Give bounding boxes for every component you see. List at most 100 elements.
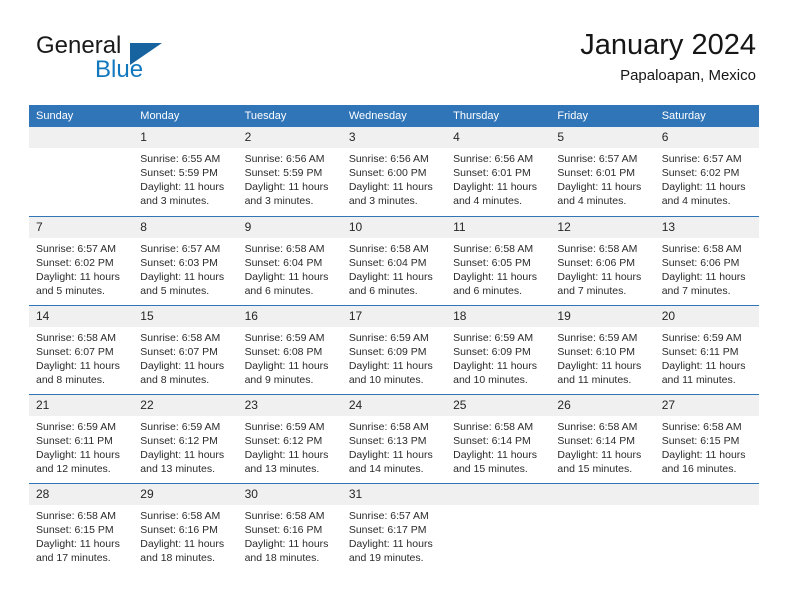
day-info: Sunrise: 6:59 AM Sunset: 6:11 PM Daylight:… xyxy=(29,416,133,476)
sunrise-time: Sunrise: 6:57 AM xyxy=(557,153,638,165)
calendar-day-cell[interactable]: 11 Sunrise: 6:58 AM Sunset: 6:05 PM Dayligh… xyxy=(446,215,551,305)
calendar-day-cell[interactable]: 23 Sunrise: 6:59 AM Sunset: 6:12 PM Dayligh… xyxy=(237,393,342,483)
calendar-day-cell[interactable]: 29 Sunrise: 6:58 AM Sunset: 6:16 PM Dayligh… xyxy=(133,482,238,572)
calendar-day-cell[interactable]: 3 Sunrise: 6:56 AM Sunset: 6:00 PM Daylight… xyxy=(341,127,447,216)
sunrise-time: Sunrise: 6:56 AM xyxy=(453,153,534,165)
calendar-day-cell-empty xyxy=(550,482,655,572)
calendar-day-cell[interactable]: 26 Sunrise: 6:58 AM Sunset: 6:14 PM Dayligh… xyxy=(550,393,655,483)
calendar-day-cell-empty xyxy=(446,482,551,572)
calendar-day-cell[interactable]: 21 Sunrise: 6:59 AM Sunset: 6:11 PM Dayligh… xyxy=(29,393,134,483)
calendar-day-cell[interactable]: 6 Sunrise: 6:57 AM Sunset: 6:02 PM Daylight… xyxy=(654,127,759,216)
daylight-duration-line2: and 18 minutes. xyxy=(140,551,215,564)
calendar-day-cell[interactable]: 4 Sunrise: 6:56 AM Sunset: 6:01 PM Daylight… xyxy=(446,127,551,216)
daylight-duration-line1: Daylight: 11 hours xyxy=(348,448,433,461)
sunset-time: Sunset: 6:09 PM xyxy=(453,345,531,358)
sunrise-time: Sunrise: 6:57 AM xyxy=(140,242,221,255)
calendar-day-cell[interactable]: 17 Sunrise: 6:59 AM Sunset: 6:09 PM Dayligh… xyxy=(341,304,447,394)
calendar-day-cell[interactable]: 20 Sunrise: 6:59 AM Sunset: 6:11 PM Dayligh… xyxy=(654,304,759,394)
calendar-day-cell[interactable]: 14 Sunrise: 6:58 AM Sunset: 6:07 PM Dayligh… xyxy=(29,304,134,394)
daylight-duration-line1: Daylight: 11 hours xyxy=(36,448,120,461)
sunrise-time: Sunrise: 6:59 AM xyxy=(244,420,325,433)
weekday-header-saturday: Saturday xyxy=(654,105,759,127)
sunset-time: Sunset: 6:07 PM xyxy=(36,345,114,358)
calendar-day-cell[interactable]: 19 Sunrise: 6:59 AM Sunset: 6:10 PM Dayligh… xyxy=(550,304,655,394)
calendar-day-cell[interactable]: 24 Sunrise: 6:58 AM Sunset: 6:13 PM Dayligh… xyxy=(341,393,447,483)
daylight-duration-line2: and 11 minutes. xyxy=(661,373,736,386)
sunset-time: Sunset: 6:12 PM xyxy=(244,434,323,447)
calendar-day-cell[interactable]: 12 Sunrise: 6:58 AM Sunset: 6:06 PM Dayligh… xyxy=(550,215,655,305)
daylight-duration-line2: and 19 minutes. xyxy=(348,551,424,564)
daylight-duration-line1: Daylight: 11 hours xyxy=(661,181,746,193)
sunset-time: Sunset: 6:14 PM xyxy=(557,434,636,447)
day-number xyxy=(550,483,655,505)
sunset-time: Sunset: 6:16 PM xyxy=(244,523,323,536)
daylight-duration-line2: and 4 minutes. xyxy=(453,195,523,207)
sunset-time: Sunset: 6:01 PM xyxy=(557,167,636,179)
day-number xyxy=(29,127,134,148)
day-number: 1 xyxy=(133,127,238,148)
sunrise-time: Sunrise: 6:58 AM xyxy=(140,331,221,344)
calendar-day-cell[interactable]: 25 Sunrise: 6:58 AM Sunset: 6:14 PM Dayligh… xyxy=(446,393,551,483)
daylight-duration-line2: and 4 minutes. xyxy=(557,195,627,207)
daylight-duration-line1: Daylight: 11 hours xyxy=(661,359,746,372)
daylight-duration-line1: Daylight: 11 hours xyxy=(557,270,642,283)
sunset-time: Sunset: 6:02 PM xyxy=(36,256,114,269)
sunrise-time: Sunrise: 6:58 AM xyxy=(453,420,534,433)
day-number: 25 xyxy=(446,394,551,416)
calendar-day-cell[interactable]: 30 Sunrise: 6:58 AM Sunset: 6:16 PM Dayligh… xyxy=(237,482,342,572)
calendar-day-cell[interactable]: 18 Sunrise: 6:59 AM Sunset: 6:09 PM Dayligh… xyxy=(446,304,551,394)
sunrise-time: Sunrise: 6:57 AM xyxy=(661,153,742,165)
sunset-time: Sunset: 6:07 PM xyxy=(140,345,218,358)
calendar-day-cell[interactable]: 22 Sunrise: 6:59 AM Sunset: 6:12 PM Dayligh… xyxy=(133,393,238,483)
calendar-day-cell[interactable]: 31 Sunrise: 6:57 AM Sunset: 6:17 PM Dayligh… xyxy=(341,482,447,572)
sunrise-time: Sunrise: 6:58 AM xyxy=(348,242,429,255)
daylight-duration-line1: Daylight: 11 hours xyxy=(348,537,433,550)
calendar-day-cell[interactable]: 8 Sunrise: 6:57 AM Sunset: 6:03 PM Daylight… xyxy=(133,215,238,305)
day-number: 11 xyxy=(446,216,551,238)
day-number: 5 xyxy=(550,127,655,148)
day-info: Sunrise: 6:57 AM Sunset: 6:03 PM Daylight:… xyxy=(133,238,237,298)
sunrise-time: Sunrise: 6:58 AM xyxy=(348,420,429,433)
day-number: 31 xyxy=(341,483,447,505)
title-block: January 2024 Papaloapan, Mexico xyxy=(580,28,756,86)
daylight-duration-line2: and 10 minutes. xyxy=(348,373,424,386)
sunrise-time: Sunrise: 6:58 AM xyxy=(244,242,325,255)
calendar-day-cell[interactable]: 9 Sunrise: 6:58 AM Sunset: 6:04 PM Daylight… xyxy=(237,215,342,305)
weekday-header-tuesday: Tuesday xyxy=(237,105,342,127)
day-info: Sunrise: 6:58 AM Sunset: 6:15 PM Daylight:… xyxy=(29,505,133,565)
day-number: 26 xyxy=(550,394,655,416)
brand-name-blue: Blue xyxy=(95,56,144,83)
daylight-duration-line2: and 17 minutes. xyxy=(36,551,111,564)
sunrise-time: Sunrise: 6:58 AM xyxy=(557,420,638,433)
daylight-duration-line2: and 7 minutes. xyxy=(557,284,627,297)
calendar-day-cell[interactable]: 2 Sunrise: 6:56 AM Sunset: 5:59 PM Daylight… xyxy=(237,127,342,216)
calendar-day-cell[interactable]: 16 Sunrise: 6:59 AM Sunset: 6:08 PM Dayligh… xyxy=(237,304,342,394)
weekday-header-wednesday: Wednesday xyxy=(341,105,447,127)
page-header: General Blue January 2024 Papaloapan, Me… xyxy=(36,28,756,90)
calendar-day-cell[interactable]: 10 Sunrise: 6:58 AM Sunset: 6:04 PM Dayligh… xyxy=(341,215,447,305)
calendar-day-cell[interactable]: 5 Sunrise: 6:57 AM Sunset: 6:01 PM Daylight… xyxy=(550,127,655,216)
daylight-duration-line1: Daylight: 11 hours xyxy=(140,270,225,283)
sunset-time: Sunset: 6:13 PM xyxy=(348,434,427,447)
brand-logo[interactable]: General Blue xyxy=(36,32,266,88)
daylight-duration-line2: and 13 minutes. xyxy=(244,462,320,475)
calendar-week-row: 14 Sunrise: 6:58 AM Sunset: 6:07 PM Dayligh… xyxy=(29,304,759,394)
day-info: Sunrise: 6:58 AM Sunset: 6:14 PM Daylight:… xyxy=(446,416,550,476)
day-number: 9 xyxy=(237,216,342,238)
day-info: Sunrise: 6:59 AM Sunset: 6:11 PM Daylight:… xyxy=(655,327,759,387)
calendar-day-cell[interactable]: 15 Sunrise: 6:58 AM Sunset: 6:07 PM Dayligh… xyxy=(133,304,238,394)
calendar-day-cell[interactable]: 28 Sunrise: 6:58 AM Sunset: 6:15 PM Dayligh… xyxy=(29,482,134,572)
daylight-duration-line2: and 5 minutes. xyxy=(36,284,105,297)
sunrise-time: Sunrise: 6:58 AM xyxy=(557,242,638,255)
daylight-duration-line1: Daylight: 11 hours xyxy=(453,270,537,283)
calendar-body: 1 Sunrise: 6:55 AM Sunset: 5:59 PM Daylight… xyxy=(29,127,759,572)
calendar-day-cell[interactable]: 1 Sunrise: 6:55 AM Sunset: 5:59 PM Daylight… xyxy=(133,127,238,216)
daylight-duration-line2: and 4 minutes. xyxy=(661,195,731,207)
daylight-duration-line2: and 13 minutes. xyxy=(140,462,215,475)
day-info: Sunrise: 6:57 AM Sunset: 6:01 PM Daylight:… xyxy=(550,148,654,208)
calendar-day-cell[interactable]: 27 Sunrise: 6:58 AM Sunset: 6:15 PM Dayligh… xyxy=(654,393,759,483)
sunset-time: Sunset: 6:16 PM xyxy=(140,523,218,536)
calendar-day-cell[interactable]: 13 Sunrise: 6:58 AM Sunset: 6:06 PM Dayligh… xyxy=(654,215,759,305)
day-number: 15 xyxy=(133,305,238,327)
calendar-day-cell[interactable]: 7 Sunrise: 6:57 AM Sunset: 6:02 PM Daylight… xyxy=(29,215,134,305)
